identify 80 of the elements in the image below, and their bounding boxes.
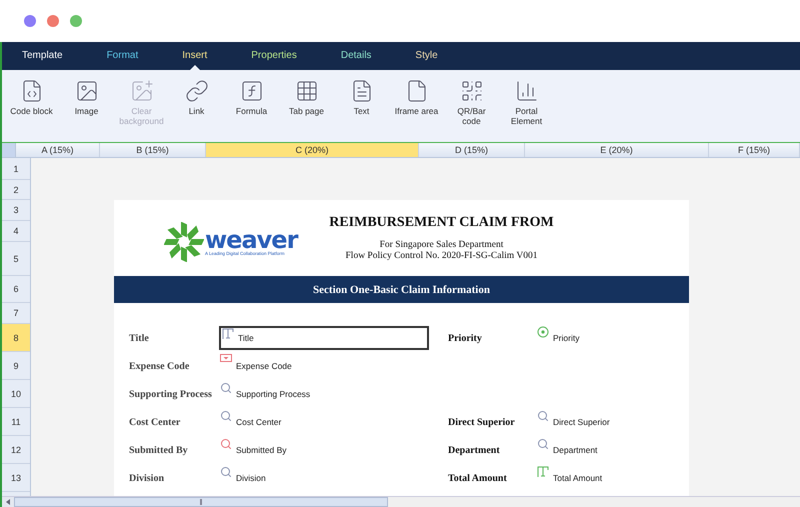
- table-icon: [294, 79, 318, 103]
- field-label: Total Amount: [448, 472, 508, 484]
- window-dot[interactable]: [47, 15, 59, 27]
- row-header[interactable]: 13: [2, 464, 30, 492]
- field-label: Priority: [448, 332, 483, 344]
- scroll-left-button[interactable]: [2, 497, 14, 507]
- form-field[interactable]: Title: [219, 326, 429, 350]
- field-value: Department: [553, 445, 598, 455]
- row-header[interactable]: 5: [2, 242, 30, 276]
- form-field[interactable]: Priority: [536, 326, 584, 350]
- toolbar-button[interactable]: Image: [59, 79, 114, 116]
- image-icon: [74, 79, 98, 103]
- field-value: Direct Superior: [553, 417, 610, 427]
- field-value: Supporting Process: [236, 389, 310, 399]
- form-field[interactable]: Cost Center: [219, 410, 286, 434]
- tab[interactable]: Properties: [251, 42, 297, 70]
- function-icon: [240, 79, 264, 103]
- row-header[interactable]: 9: [2, 352, 30, 380]
- field-value: Cost Center: [236, 417, 282, 427]
- toolbar-button[interactable]: Text: [334, 79, 389, 116]
- toolbar-button[interactable]: Iframe area: [389, 79, 444, 116]
- toolbar-button[interactable]: Link: [169, 79, 224, 116]
- row-header[interactable]: 10: [2, 380, 30, 408]
- section-heading: Section One-Basic Claim Information: [114, 276, 689, 303]
- toolbar-button[interactable]: Code block: [4, 79, 59, 116]
- tab[interactable]: Details: [340, 42, 372, 70]
- field-label: Expense Code: [128, 360, 190, 372]
- form-title: REIMBURSEMENT CLAIM FROM: [329, 214, 554, 230]
- form-field[interactable]: Supporting Process: [219, 382, 314, 406]
- tab[interactable]: Template: [22, 42, 63, 70]
- form-field[interactable]: Division: [219, 466, 270, 490]
- toolbar-button[interactable]: QR/Bar code: [444, 79, 499, 126]
- column-header[interactable]: A (15%): [16, 143, 100, 157]
- row-header[interactable]: 12: [2, 436, 30, 464]
- logo-wordmark: weaver: [205, 228, 298, 250]
- scrollbar-thumb[interactable]: [14, 497, 388, 507]
- column-header[interactable]: D (15%): [419, 143, 525, 157]
- field-label: Supporting Process: [128, 388, 213, 400]
- form-field[interactable]: Direct Superior: [536, 410, 614, 434]
- row-header[interactable]: 11: [2, 408, 30, 436]
- field-label: Cost Center: [128, 416, 182, 428]
- form-field[interactable]: Total Amount: [536, 466, 606, 490]
- field-value: Title: [238, 333, 254, 343]
- field-label: Title: [128, 332, 150, 344]
- form-subtitle: For Singapore Sales Department: [380, 240, 504, 250]
- field-value: Submitted By: [236, 445, 287, 455]
- window-dot[interactable]: [24, 15, 36, 27]
- left-arrow-icon: [6, 499, 10, 505]
- row-header[interactable]: 3: [2, 200, 30, 221]
- chart-icon: [514, 79, 538, 103]
- field-value: Total Amount: [553, 473, 602, 483]
- field-value: Priority: [553, 333, 580, 343]
- window-dot[interactable]: [70, 15, 82, 27]
- column-header[interactable]: C (20%): [206, 143, 419, 157]
- field-label: Division: [128, 472, 166, 484]
- row-header[interactable]: 2: [2, 180, 30, 200]
- policy-number: Flow Policy Control No. 2020-FI-SG-Calim V001: [346, 250, 538, 262]
- column-header[interactable]: E (20%): [525, 143, 709, 157]
- column-header[interactable]: F (15%): [709, 143, 800, 157]
- field-value: Expense Code: [236, 361, 292, 371]
- tab[interactable]: Insert: [182, 42, 208, 70]
- toolbar-button[interactable]: Tab page: [279, 79, 334, 116]
- toolbar-button[interactable]: Portal Element: [499, 79, 554, 126]
- tab[interactable]: Style: [415, 42, 438, 70]
- toolbar-button[interactable]: Formula: [224, 79, 279, 116]
- field-label: Direct Superior: [448, 416, 516, 428]
- row-header[interactable]: 6: [2, 276, 30, 303]
- qr-code-icon: [460, 79, 484, 103]
- link-icon: [184, 79, 208, 103]
- form-field[interactable]: Submitted By: [219, 438, 291, 462]
- starburst-logo-icon: [164, 222, 204, 262]
- row-header[interactable]: 4: [2, 221, 30, 242]
- field-value: Division: [236, 473, 266, 483]
- row-header[interactable]: 8: [2, 324, 30, 352]
- form-field[interactable]: Expense Code: [219, 354, 296, 378]
- field-label: Department: [448, 444, 501, 456]
- row-header[interactable]: 1: [2, 158, 30, 180]
- field-label: Submitted By: [128, 444, 189, 456]
- tab[interactable]: Format: [106, 42, 138, 70]
- form-field[interactable]: Department: [536, 438, 602, 462]
